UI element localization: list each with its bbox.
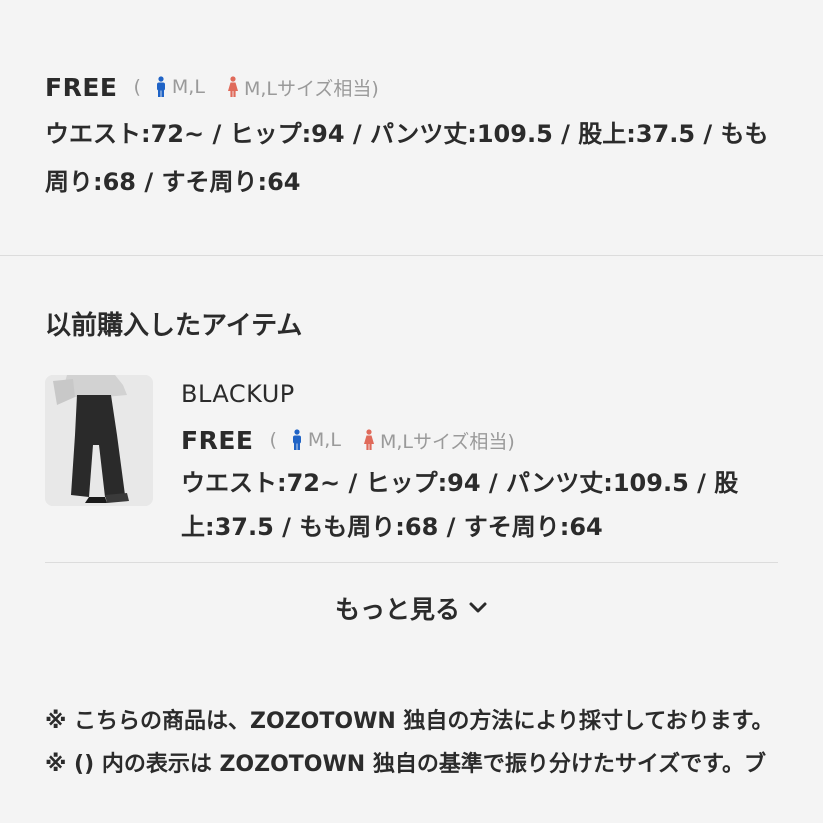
section-divider <box>0 255 823 256</box>
section-title: 以前購入したアイテム <box>45 311 303 341</box>
item-measurements-text: ウエスト:72~ / ヒップ:94 / パンツ丈:109.5 / 股上:37.5… <box>181 469 739 541</box>
male-figure-icon <box>291 429 303 451</box>
item-thumbnail[interactable] <box>45 375 153 506</box>
note-line: ※ () 内の表示は ZOZOTOWN 独自の基準で振り分けたサイズです。ブ <box>45 752 766 777</box>
size-block: FREE ( M,L M,Lサイズ相当) ウエスト:72~ / ヒップ:94 /… <box>45 70 783 206</box>
measurements-text: ウエスト:72~ / ヒップ:94 / パンツ丈:109.5 / 股上:37.5… <box>45 120 769 196</box>
item-size-name: FREE <box>181 425 254 455</box>
male-figure-icon <box>155 76 167 98</box>
note-line: ※ こちらの商品は、ZOZOTOWN 独自の方法により採寸しております。 <box>45 709 774 734</box>
chevron-down-icon <box>468 598 488 618</box>
paren-open: ( <box>133 76 141 98</box>
item-female-fit-label: M,Lサイズ相当) <box>379 430 515 453</box>
male-fit-label: M,L <box>171 76 205 98</box>
list-divider <box>45 562 778 563</box>
item-fit-info: ( M,L M,Lサイズ相当) <box>269 427 514 454</box>
female-figure-icon <box>227 76 239 98</box>
female-figure-icon <box>363 429 375 451</box>
size-name: FREE <box>45 72 118 102</box>
item-male-fit-label: M,L <box>307 429 341 451</box>
show-more-button[interactable]: もっと見る <box>0 590 823 626</box>
item-details: BLACKUP FREE ( M,L M,Lサイズ相当) ウエスト:72~ / … <box>181 377 743 549</box>
size-row: FREE ( M,L M,Lサイズ相当) <box>45 70 783 104</box>
show-more-label: もっと見る <box>334 595 460 624</box>
item-size-row: FREE ( M,L M,Lサイズ相当) <box>181 423 743 457</box>
notes-block: ※ こちらの商品は、ZOZOTOWN 独自の方法により採寸しております。 ※ (… <box>45 700 783 786</box>
fit-info: ( M,L M,Lサイズ相当) <box>133 74 378 101</box>
item-brand: BLACKUP <box>181 380 295 408</box>
female-fit-label: M,Lサイズ相当) <box>243 77 379 100</box>
item-paren-open: ( <box>269 429 277 451</box>
